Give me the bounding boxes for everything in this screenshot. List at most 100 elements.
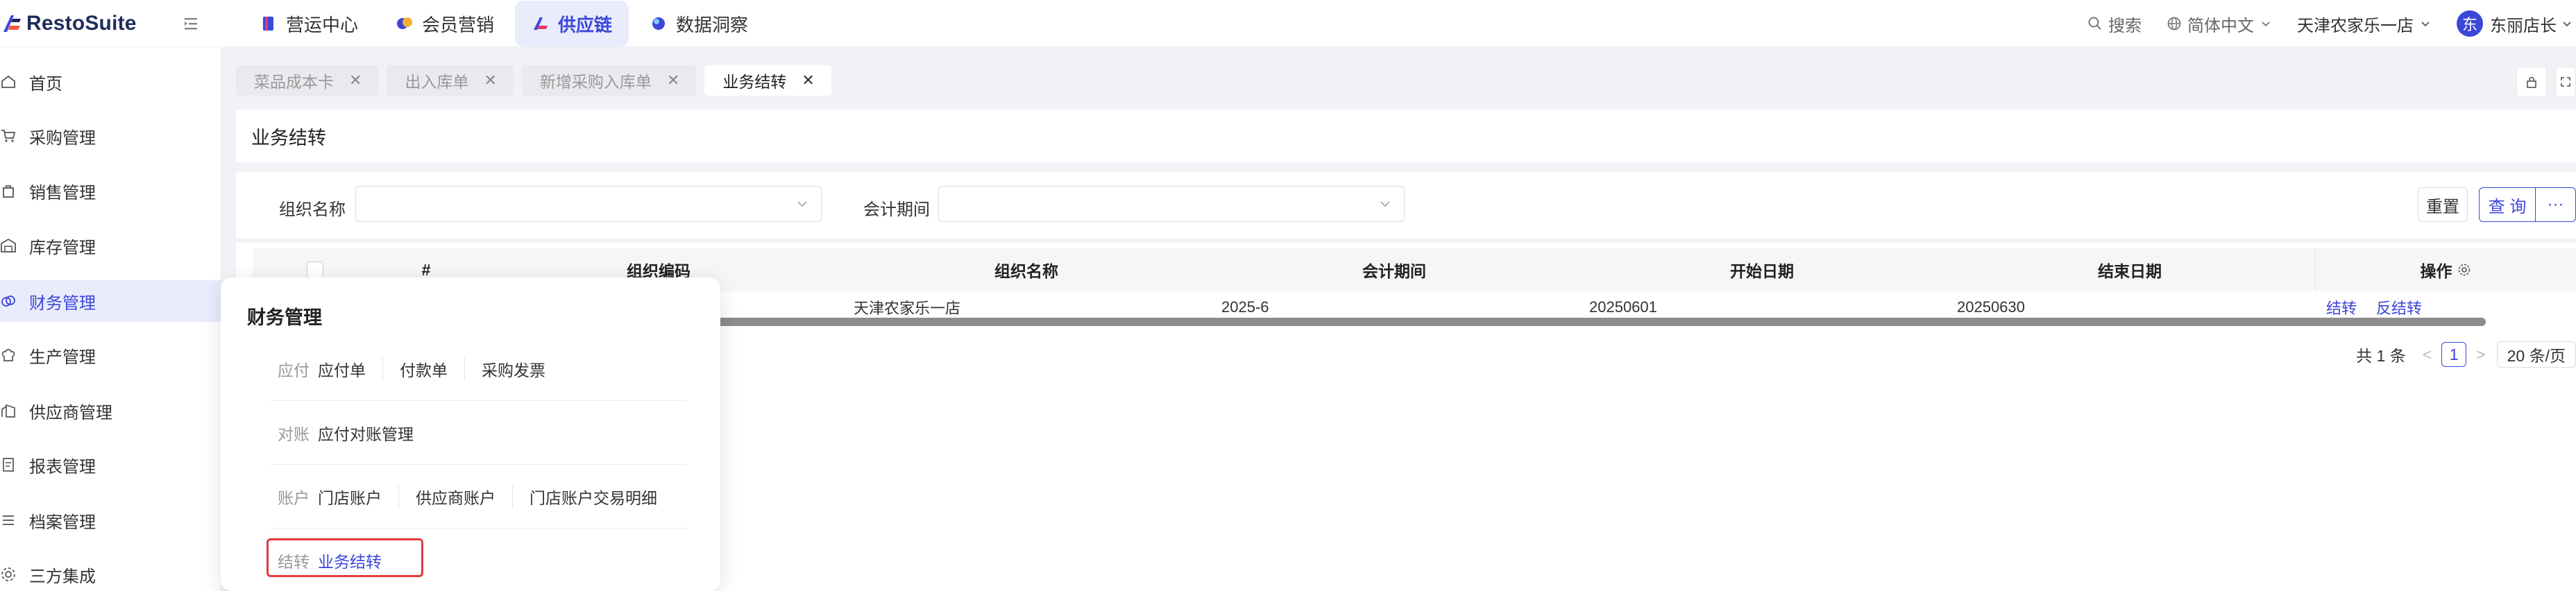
cart-icon (1, 130, 16, 142)
sidebar-item-archive[interactable]: 档案管理 (0, 499, 221, 541)
search-icon (2088, 17, 2101, 30)
store-selector[interactable]: 天津农家乐一店 (2297, 12, 2432, 36)
tab-new-purchase-receipt[interactable]: 新增采购入库单 ✕ (521, 65, 697, 96)
sidebar-item-label: 生产管理 (29, 348, 96, 367)
accounting-period-select[interactable] (938, 186, 1405, 222)
language-selector[interactable]: 简体中文 (2167, 12, 2272, 36)
total-count: 共 1 条 (2356, 347, 2406, 365)
topnav-member-marketing[interactable]: 会员营销 (379, 1, 511, 46)
chevron-down-icon (1380, 201, 1390, 207)
sidebar-item-finance[interactable]: 财务管理 (0, 280, 221, 322)
topnav-data-insight[interactable]: 数据洞察 (633, 1, 765, 46)
tab-strip-actions (2508, 67, 2576, 97)
tab-label: 菜品成本卡 (254, 73, 334, 91)
sidebar-item-supplier[interactable]: 供应商管理 (0, 390, 221, 431)
globe-icon (2167, 17, 2181, 31)
menu-link-payable-bill[interactable]: 应付单 (318, 357, 382, 381)
language-label: 简体中文 (2187, 16, 2254, 35)
expand-icon (2561, 77, 2570, 87)
menu-link-supplier-account[interactable]: 供应商账户 (398, 484, 512, 508)
sidebar-item-integration[interactable]: 三方集成 (0, 554, 221, 591)
logo-text: RestoSuite (26, 11, 137, 35)
query-button[interactable]: 查 询 (2479, 187, 2536, 222)
topnav-label: 供应链 (558, 14, 613, 35)
tab-business-carryover[interactable]: 业务结转 ✕ (704, 65, 831, 96)
members-icon (397, 17, 413, 29)
menu-link-store-account-transactions[interactable]: 门店账户交易明细 (512, 484, 674, 508)
insight-icon (652, 17, 666, 30)
more-options-button[interactable]: ··· (2535, 187, 2576, 222)
menu-collapse-icon[interactable] (182, 14, 201, 33)
home-icon (1, 75, 15, 88)
select-all-checkbox[interactable] (307, 262, 323, 278)
group-category: 对账 (278, 425, 310, 443)
user-name: 东丽店长 (2490, 16, 2557, 35)
actions-header-label: 操作 (2420, 262, 2452, 280)
next-page-button[interactable]: > (2476, 345, 2485, 364)
close-icon[interactable]: ✕ (667, 71, 679, 89)
header-right: 搜索 简体中文 天津农家乐一店 东 东丽店长 (2087, 0, 2576, 47)
menu-link-purchase-invoice[interactable]: 采购发票 (464, 357, 562, 381)
fullscreen-button[interactable] (2555, 67, 2576, 97)
chevron-down-icon (2563, 22, 2571, 27)
page-title-bar: 业务结转 (236, 110, 2576, 162)
tab-stock-in-out[interactable]: 出入库单 ✕ (387, 65, 514, 96)
reverse-carryover-link[interactable]: 反结转 (2376, 296, 2422, 318)
user-menu[interactable]: 东 东丽店长 (2457, 10, 2573, 37)
close-icon[interactable]: ✕ (802, 71, 814, 89)
org-name-select[interactable] (355, 186, 822, 222)
top-header: RestoSuite 营运中心 会员营销 供应链 数据洞察 搜索 简体中文 天津… (0, 0, 2576, 47)
sidebar-item-label: 采购管理 (29, 128, 96, 148)
close-icon[interactable]: ✕ (484, 71, 496, 89)
sidebar-item-production[interactable]: 生产管理 (0, 334, 221, 376)
page-size-label: 20 条/页 (2507, 347, 2566, 365)
column-header-period: 会计期间 (1362, 262, 1426, 280)
supply-chain-icon (534, 17, 548, 30)
chef-hat-icon (1, 349, 15, 361)
reset-button[interactable]: 重置 (2418, 187, 2468, 222)
sidebar-item-label: 销售管理 (29, 183, 96, 203)
header-search[interactable]: 搜索 (2087, 12, 2142, 36)
logo-icon (3, 15, 21, 32)
sidebar-item-inventory[interactable]: 库存管理 (0, 225, 221, 266)
sidebar-item-home[interactable]: 首页 (0, 61, 221, 103)
close-icon[interactable]: ✕ (349, 71, 362, 89)
org-name-label: 组织名称 (279, 200, 346, 219)
finance-submenu-flyout: 财务管理 应付 应付单 付款单 采购发票 对账 应付对账管理 账户 门店账户 供… (221, 277, 720, 591)
store-label: 天津农家乐一店 (2297, 16, 2414, 35)
report-icon (3, 458, 14, 472)
home-shortcut-button[interactable] (2516, 67, 2547, 97)
avatar: 东 (2457, 10, 2483, 37)
integration-icon (1, 567, 15, 581)
sidebar-item-reports[interactable]: 报表管理 (0, 444, 221, 486)
sidebar-item-label: 三方集成 (29, 567, 96, 586)
group-category: 应付 (278, 361, 310, 379)
sidebar-item-label: 库存管理 (29, 238, 96, 257)
tab-dish-cost-card[interactable]: 菜品成本卡 ✕ (236, 65, 379, 96)
accounting-period-label: 会计期间 (863, 200, 930, 219)
warehouse-icon (1, 238, 16, 252)
flyout-title: 财务管理 (247, 307, 322, 328)
column-header-start-date: 开始日期 (1730, 262, 1794, 280)
prev-page-button[interactable]: < (2423, 345, 2432, 364)
horizontal-scrollbar[interactable] (430, 318, 2486, 326)
sidebar-item-label: 供应商管理 (29, 403, 112, 422)
flyout-group-payables: 应付 应付单 付款单 采购发票 (271, 337, 687, 401)
menu-link-payable-reconciliation[interactable]: 应付对账管理 (318, 421, 430, 445)
topnav-operations[interactable]: 营运中心 (243, 1, 375, 46)
menu-link-store-account[interactable]: 门店账户 (318, 485, 398, 508)
gear-icon[interactable] (2457, 262, 2472, 277)
sidebar-item-label: 档案管理 (29, 513, 96, 532)
carryover-link[interactable]: 结转 (2326, 296, 2357, 318)
chevron-down-icon (2262, 22, 2270, 27)
sidebar-item-purchase[interactable]: 采购管理 (0, 115, 221, 157)
topnav-supply-chain[interactable]: 供应链 (515, 1, 629, 46)
menu-link-payment-bill[interactable]: 付款单 (382, 357, 464, 381)
page-size-select[interactable]: 20 条/页 (2496, 341, 2576, 368)
highlight-box (266, 538, 423, 577)
sidebar-item-sales[interactable]: 销售管理 (0, 170, 221, 212)
current-page-button[interactable]: 1 (2441, 342, 2467, 367)
topnav-label: 营运中心 (286, 14, 359, 35)
chevron-down-icon (2421, 22, 2430, 27)
topnav-label: 数据洞察 (676, 14, 749, 35)
